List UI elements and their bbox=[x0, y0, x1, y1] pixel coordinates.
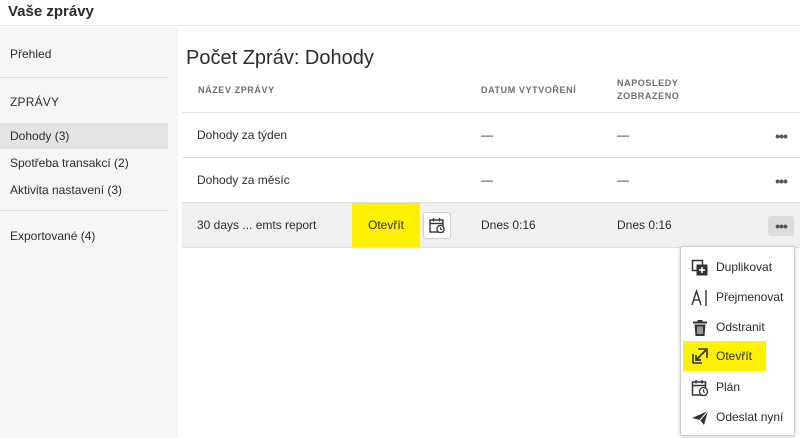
column-header-viewed-line1: NAPOSLEDY bbox=[617, 78, 679, 88]
last-viewed: — bbox=[617, 173, 629, 187]
sidebar-item-spotreba-transakci[interactable]: Spotřeba transakcí (2) bbox=[0, 150, 168, 176]
menu-item-label: Odeslat nyní bbox=[716, 410, 784, 424]
sidebar-section-heading: ZPRÁVY bbox=[10, 95, 60, 109]
menu-item-rename[interactable]: Přejmenovat bbox=[681, 283, 794, 311]
menu-item-delete[interactable]: Odstranit bbox=[681, 313, 794, 341]
sidebar-item-exportovane[interactable]: Exportované (4) bbox=[0, 223, 168, 249]
app-title: Vaše zprávy bbox=[8, 3, 94, 20]
trash-icon bbox=[693, 320, 707, 336]
menu-item-open[interactable]: Otevřít bbox=[683, 341, 766, 371]
sidebar-overview-link[interactable]: Přehled bbox=[10, 47, 51, 61]
sidebar-divider bbox=[0, 77, 168, 78]
open-report-button[interactable]: Otevřít bbox=[352, 203, 420, 247]
report-name: Dohody za týden bbox=[197, 128, 288, 142]
last-viewed: Dnes 0:16 bbox=[617, 218, 672, 232]
more-options-button[interactable]: ••• bbox=[768, 216, 794, 236]
menu-item-label: Odstranit bbox=[716, 320, 765, 334]
page-title: Počet Zpráv: Dohody bbox=[186, 47, 374, 69]
menu-item-schedule[interactable]: Plán bbox=[681, 373, 794, 401]
created-date: — bbox=[481, 173, 493, 187]
context-menu: Duplikovat Přejmenovat Odstranit Otevřít bbox=[680, 246, 795, 436]
column-header-created[interactable]: DATUM VYTVOŘENÍ bbox=[481, 84, 576, 97]
menu-item-label: Otevřít bbox=[716, 349, 753, 363]
last-viewed: — bbox=[617, 128, 629, 142]
top-bar: Vaše zprávy bbox=[0, 0, 800, 26]
schedule-icon bbox=[691, 380, 709, 397]
sidebar-item-dohody[interactable]: Dohody (3) bbox=[0, 123, 168, 149]
sidebar-divider bbox=[0, 210, 168, 211]
menu-item-label: Přejmenovat bbox=[716, 290, 784, 304]
column-header-viewed[interactable]: NAPOSLEDY ZOBRAZENO bbox=[617, 77, 679, 103]
table-row[interactable]: Dohody za týden — — ••• bbox=[182, 113, 800, 158]
schedule-button[interactable] bbox=[423, 212, 451, 239]
more-options-button[interactable]: ••• bbox=[768, 171, 794, 191]
sidebar: Přehled ZPRÁVY Dohody (3) Spotřeba trans… bbox=[0, 27, 178, 438]
created-date: — bbox=[481, 128, 493, 142]
menu-item-send-now[interactable]: Odeslat nyní bbox=[681, 403, 794, 431]
column-header-name[interactable]: NÁZEV ZPRÁVY bbox=[198, 84, 275, 97]
duplicate-icon bbox=[691, 259, 708, 276]
open-icon bbox=[692, 348, 708, 364]
rename-icon bbox=[691, 289, 707, 306]
menu-item-label: Plán bbox=[716, 380, 741, 394]
menu-item-label: Duplikovat bbox=[716, 260, 773, 274]
report-name: Dohody za měsíc bbox=[197, 173, 290, 187]
column-header-viewed-line2: ZOBRAZENO bbox=[617, 91, 680, 101]
table-row[interactable]: Dohody za měsíc — — ••• bbox=[182, 158, 800, 203]
more-options-button[interactable]: ••• bbox=[768, 126, 794, 146]
created-date: Dnes 0:16 bbox=[481, 218, 536, 232]
table-row[interactable]: 30 days ... emts report Otevřít Dnes 0:1… bbox=[182, 203, 800, 248]
menu-item-duplicate[interactable]: Duplikovat bbox=[681, 253, 794, 281]
report-name: 30 days ... emts report bbox=[197, 218, 317, 232]
send-icon bbox=[692, 410, 709, 425]
sidebar-item-aktivita-nastaveni[interactable]: Aktivita nastavení (3) bbox=[0, 177, 168, 203]
schedule-icon bbox=[429, 218, 445, 234]
